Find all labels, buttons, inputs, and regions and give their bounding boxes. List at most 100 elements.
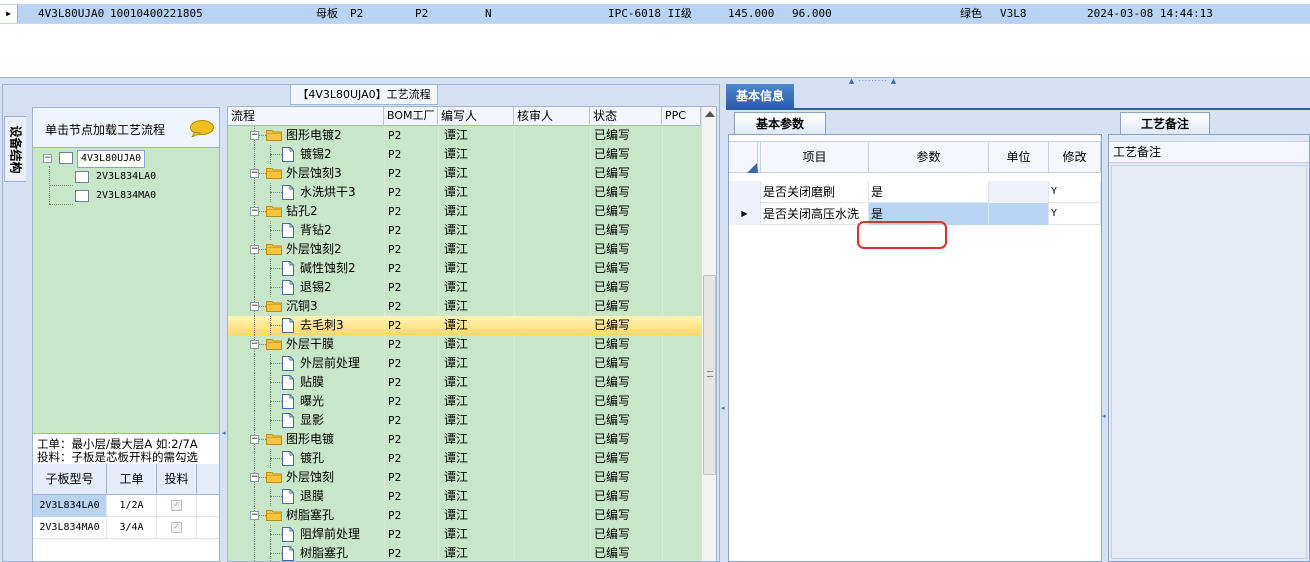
process-row[interactable]: − 图形电镀 P2 谭江 已编写 <box>228 430 701 449</box>
column-header[interactable]: 工单 <box>107 464 157 495</box>
checkbox[interactable]: ✓ <box>171 499 182 511</box>
column-header[interactable]: 编写人 <box>438 107 514 126</box>
column-header[interactable]: 流程 <box>228 107 384 126</box>
tree-line <box>254 544 255 561</box>
cell-modify: Y <box>1049 203 1101 225</box>
collapse-icon[interactable]: − <box>250 245 259 254</box>
cell-param[interactable]: 是 <box>869 181 989 203</box>
process-row[interactable]: 镀锡2 P2 谭江 已编写 <box>228 145 701 164</box>
process-step-name: 图形电镀2 <box>286 128 342 142</box>
process-row[interactable]: 镀孔 P2 谭江 已编写 <box>228 449 701 468</box>
cell-status: 已编写 <box>594 128 631 142</box>
collapse-icon[interactable]: − <box>43 154 52 163</box>
splitter-arrow-icon[interactable]: ◂ <box>1102 412 1106 420</box>
cell-unit[interactable] <box>989 181 1049 203</box>
process-row[interactable]: 碱性蚀刻2 P2 谭江 已编写 <box>228 259 701 278</box>
collapse-icon[interactable]: − <box>250 340 259 349</box>
process-row[interactable]: 显影 P2 谭江 已编写 <box>228 411 701 430</box>
cell-bom-plant: P2 <box>388 509 402 522</box>
cell-status: 已编写 <box>594 318 631 332</box>
tree-line <box>270 392 271 411</box>
process-row[interactable]: 去毛刺3 P2 谭江 已编写 <box>228 316 701 335</box>
cell-code: 4V3L80UJA0 <box>38 7 105 20</box>
process-row[interactable]: − 外层蚀刻2 P2 谭江 已编写 <box>228 240 701 259</box>
tab-process-notes[interactable]: 工艺备注 <box>1120 112 1210 134</box>
process-row[interactable]: 树脂塞孔 P2 谭江 已编写 <box>228 544 701 561</box>
cell-bom-plant: P2 <box>388 414 402 427</box>
scroll-up-icon[interactable] <box>705 111 715 117</box>
cell-status: 已编写 <box>594 242 631 256</box>
cell-model: 2V3L834LA0 <box>33 495 107 517</box>
collapse-icon[interactable]: − <box>250 435 259 444</box>
table-row[interactable]: 2V3L834LA0 1/2A ✓ <box>33 495 219 517</box>
tree-line <box>270 458 282 459</box>
collapse-icon[interactable]: − <box>250 473 259 482</box>
cell-writer: 谭江 <box>444 470 469 484</box>
column-header[interactable]: 投料 <box>157 464 197 495</box>
process-row[interactable]: − 图形电镀2 P2 谭江 已编写 <box>228 126 701 145</box>
column-header[interactable]: 参数 <box>869 142 989 173</box>
row-selector-icon: ▶ <box>0 5 18 23</box>
tree-line <box>270 230 282 231</box>
process-step-name: 外层蚀刻2 <box>286 242 342 256</box>
checkbox[interactable]: ✓ <box>171 521 182 533</box>
process-row[interactable]: 水洗烘干3 P2 谭江 已编写 <box>228 183 701 202</box>
process-row[interactable]: 贴膜 P2 谭江 已编写 <box>228 373 701 392</box>
top-grid-row[interactable]: ▶ 4V3L80UJA0 10010400221805 母板 P2 P2 N I… <box>0 4 1310 24</box>
process-row[interactable]: 阻焊前处理 P2 谭江 已编写 <box>228 525 701 544</box>
notes-textarea[interactable] <box>1111 165 1307 559</box>
cell-bom-plant: P2 <box>388 281 402 294</box>
collapse-icon[interactable]: − <box>250 511 259 520</box>
cell-bom-plant: P2 <box>388 262 402 275</box>
process-row[interactable]: − 树脂塞孔 P2 谭江 已编写 <box>228 506 701 525</box>
process-grid: 流程 BOM工厂 编写人 核审人 状态 PPC − 图形电镀2 P2 谭江 已编写 镀锡2… <box>227 106 717 562</box>
cell-unit[interactable] <box>989 203 1049 225</box>
document-icon <box>282 527 294 542</box>
process-row[interactable]: 背钻2 P2 谭江 已编写 <box>228 221 701 240</box>
process-row[interactable]: − 沉铜3 P2 谭江 已编写 <box>228 297 701 316</box>
process-row[interactable]: 退锡2 P2 谭江 已编写 <box>228 278 701 297</box>
column-header[interactable]: 项目 <box>761 142 869 173</box>
vertical-scrollbar[interactable] <box>701 107 716 561</box>
process-row[interactable]: 外层前处理 P2 谭江 已编写 <box>228 354 701 373</box>
collapse-icon[interactable]: − <box>250 169 259 178</box>
tab-equipment-structure[interactable]: 设备结构 <box>4 116 26 182</box>
red-highlight-annotation <box>857 221 947 249</box>
process-row[interactable]: 退膜 P2 谭江 已编写 <box>228 487 701 506</box>
column-header[interactable]: 核审人 <box>514 107 590 126</box>
process-row[interactable]: − 外层干膜 P2 谭江 已编写 <box>228 335 701 354</box>
param-row[interactable]: 是否关闭磨刷 是 Y <box>729 181 1101 203</box>
cell-checkbox: ✓ <box>157 495 197 517</box>
splitter-arrow-icon[interactable]: ◂ <box>222 429 226 437</box>
process-row[interactable]: − 外层蚀刻 P2 谭江 已编写 <box>228 468 701 487</box>
cell-writer: 谭江 <box>444 242 469 256</box>
structure-header: 单击节点加载工艺流程 <box>33 108 219 148</box>
tree-line <box>49 204 73 205</box>
process-row[interactable]: − 外层蚀刻3 P2 谭江 已编写 <box>228 164 701 183</box>
collapse-icon[interactable]: − <box>250 302 259 311</box>
tree-line <box>254 354 255 373</box>
cell-writer: 谭江 <box>444 147 469 161</box>
process-step-name: 碱性蚀刻2 <box>300 261 356 275</box>
table-row[interactable]: 2V3L834MA0 3/4A ✓ <box>33 517 219 539</box>
process-step-name: 背钻2 <box>300 223 332 237</box>
tab-basic-params[interactable]: 基本参数 <box>734 112 826 134</box>
collapse-icon[interactable]: − <box>250 207 259 216</box>
collapse-icon[interactable]: − <box>250 131 259 140</box>
column-header[interactable]: 状态 <box>590 107 662 126</box>
tree-line <box>270 553 282 554</box>
column-header[interactable]: 修改 <box>1049 142 1101 173</box>
column-header[interactable]: 子板型号 <box>33 464 107 495</box>
tab-basic-info[interactable]: 基本信息 <box>726 84 794 108</box>
process-row[interactable]: − 钻孔2 P2 谭江 已编写 <box>228 202 701 221</box>
tree-node-label: 2V3L834LA0 <box>96 171 157 182</box>
tree-line <box>270 325 282 326</box>
column-header[interactable]: PPC <box>662 107 701 126</box>
column-header[interactable]: 单位 <box>989 142 1049 173</box>
scrollbar-thumb[interactable] <box>703 275 716 475</box>
cell-spec: IPC-6018 II级 <box>608 7 692 20</box>
splitter-arrow-icon[interactable]: ◂ <box>721 404 725 412</box>
column-header[interactable]: BOM工厂 <box>384 107 438 126</box>
process-row[interactable]: 曝光 P2 谭江 已编写 <box>228 392 701 411</box>
process-step-name: 钻孔2 <box>286 204 318 218</box>
